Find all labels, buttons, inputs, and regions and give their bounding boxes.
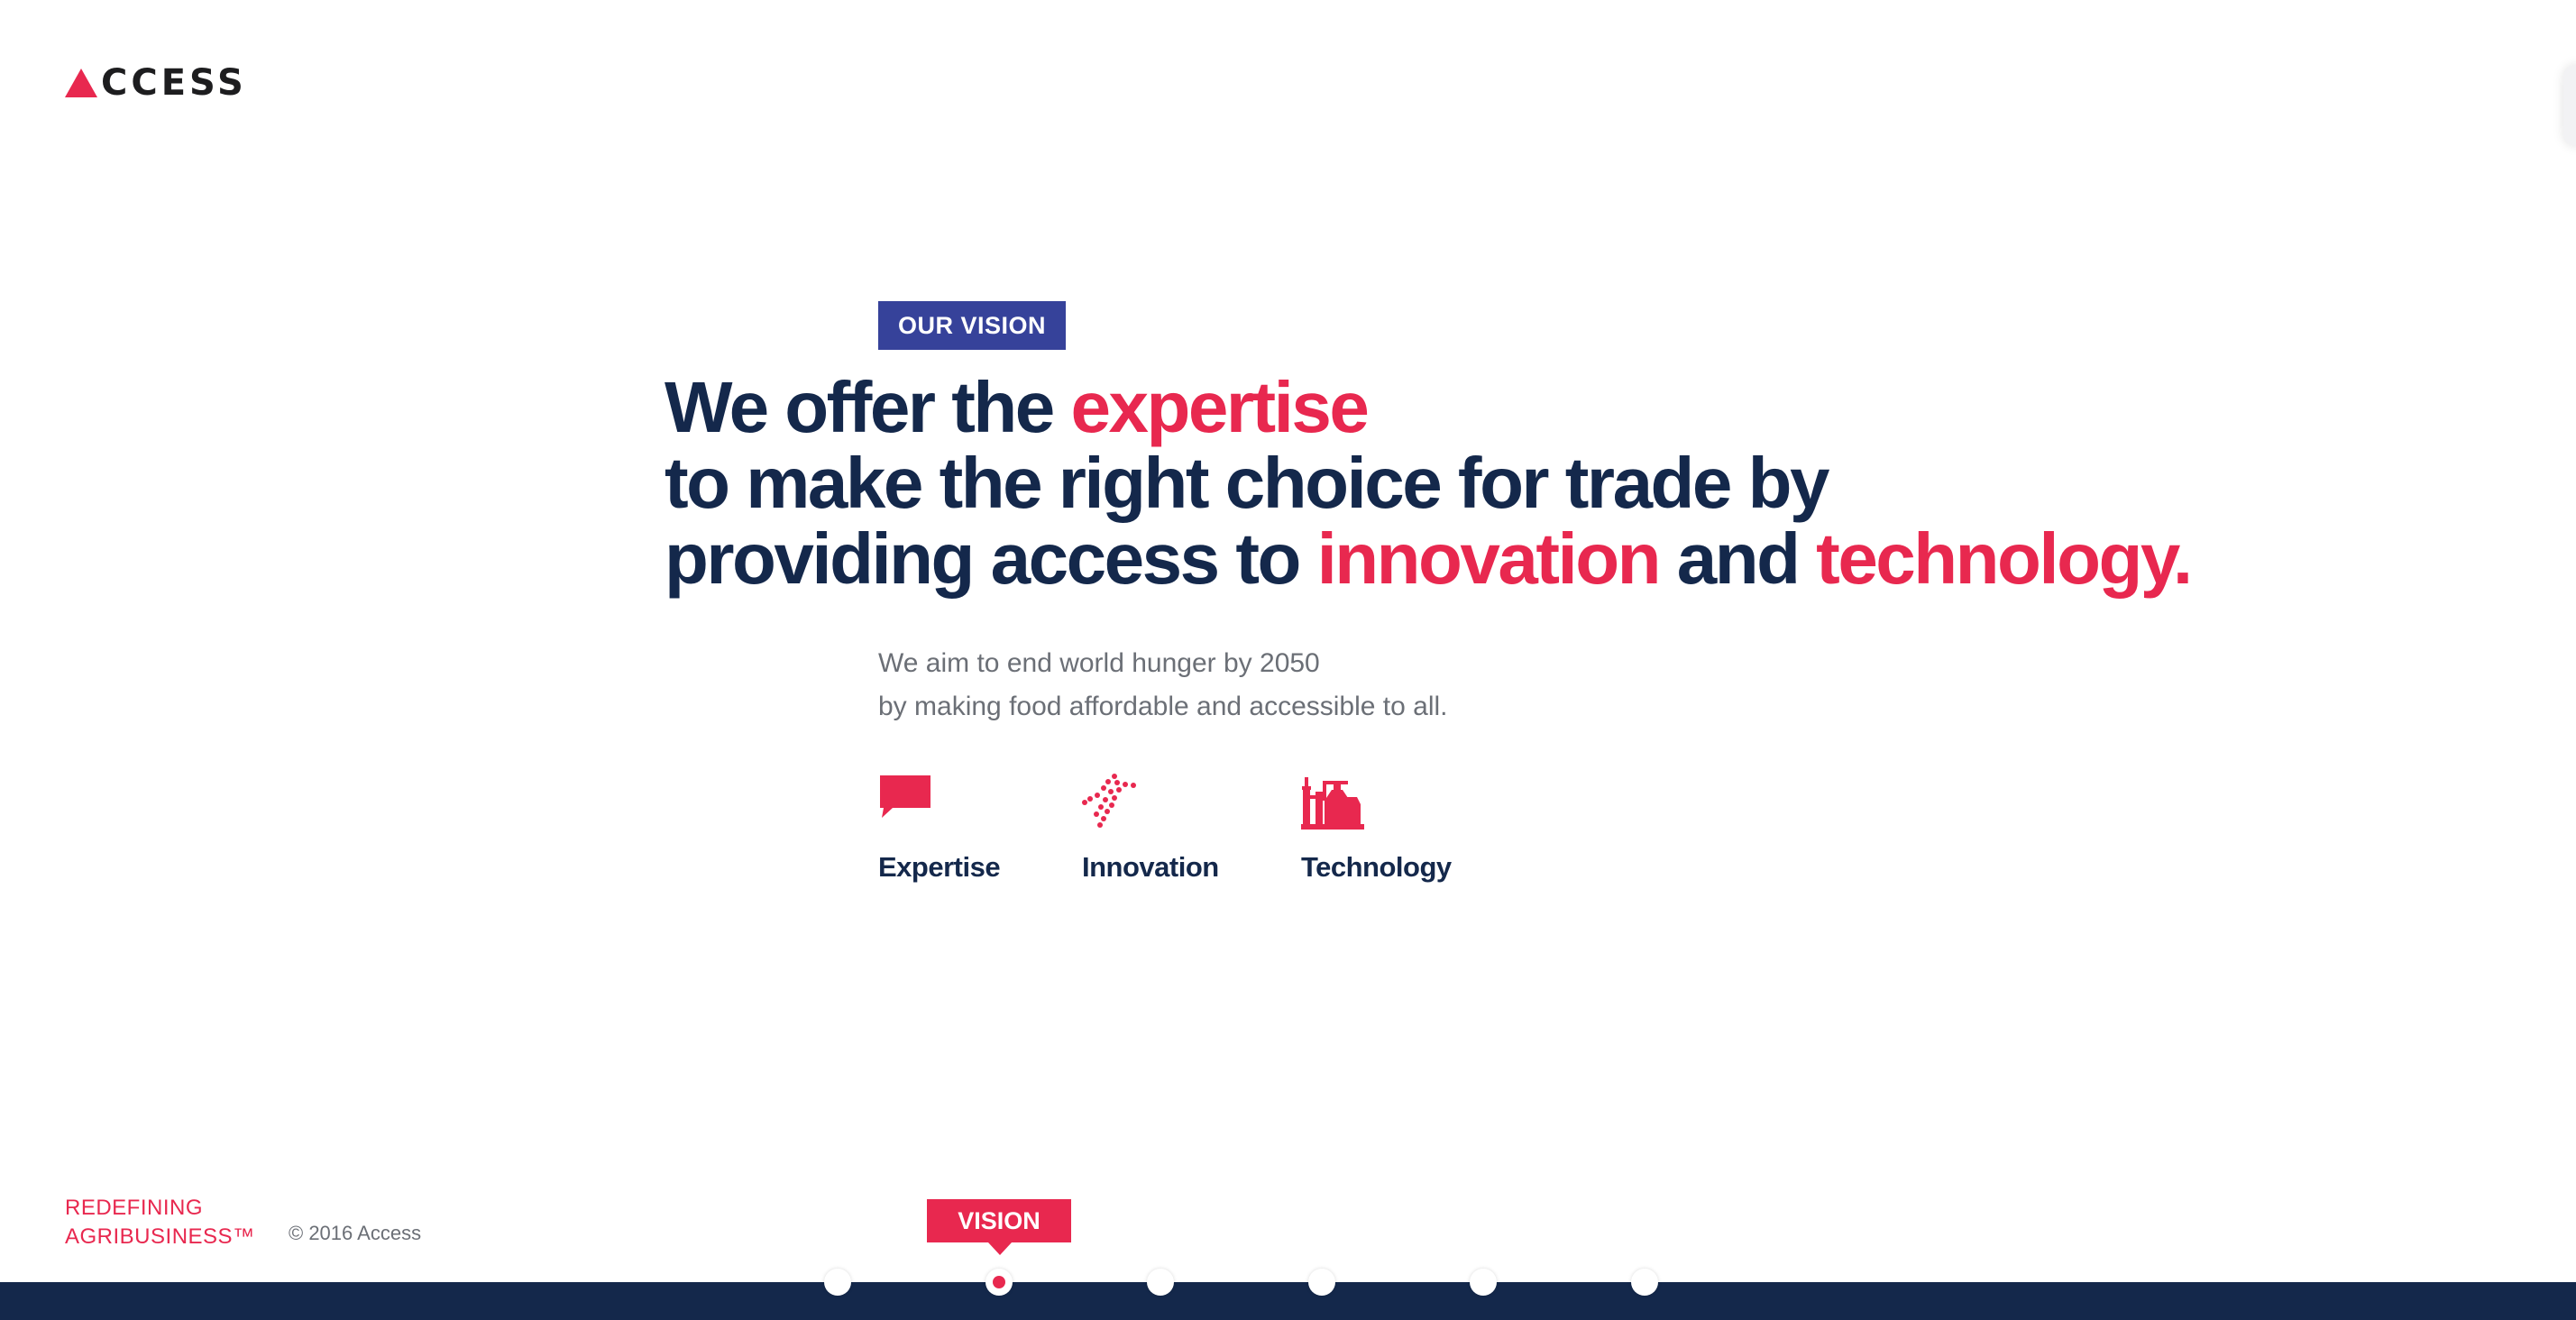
headline-line-3: providing access to innovation and techn… xyxy=(665,521,2197,597)
tagline-line-1: REDEFINING xyxy=(65,1196,204,1220)
feature-label: Innovation xyxy=(1082,851,1219,883)
vision-subcopy: We aim to end world hunger by 2050 by ma… xyxy=(878,642,1448,729)
feature-innovation[interactable]: Innovation xyxy=(1082,774,1301,884)
logo-text: CCESS xyxy=(101,62,247,104)
feature-label: Expertise xyxy=(878,851,1001,883)
nav-dot-4[interactable] xyxy=(1308,1269,1335,1296)
feature-technology[interactable]: Technology xyxy=(1301,774,1452,884)
headline-text: and xyxy=(1658,518,1817,599)
access-logo[interactable]: CCESS xyxy=(65,65,247,101)
headline-accent-expertise: expertise xyxy=(1070,367,1370,447)
headline-accent-innovation: innovation xyxy=(1316,518,1662,599)
headline-text: providing access to xyxy=(665,518,1317,599)
headline-text: We offer the xyxy=(665,367,1071,447)
headline-line-2: to make the right choice for trade by xyxy=(665,443,1830,523)
dna-helix-icon xyxy=(1082,774,1140,831)
tagline-line-2: AGRIBUSINESS™ xyxy=(65,1224,255,1249)
feature-list: Expertise Innovation Technology xyxy=(878,774,1452,884)
section-nav-bar xyxy=(0,1282,2576,1320)
feature-expertise[interactable]: Expertise xyxy=(878,774,1082,884)
nav-dot-3[interactable] xyxy=(1147,1269,1174,1296)
section-tag: OUR VISION xyxy=(878,301,1066,350)
headline-line-1: We offer the expertise xyxy=(665,370,2197,445)
footer-tagline: REDEFINING AGRIBUSINESS™ xyxy=(65,1194,255,1251)
subcopy-line-1: We aim to end world hunger by 2050 xyxy=(878,648,1320,678)
nav-dot-1[interactable] xyxy=(824,1269,851,1296)
flag-pointer xyxy=(988,1242,1012,1255)
headline-accent-technology: technology. xyxy=(1816,518,2193,599)
nav-dot-6[interactable] xyxy=(1631,1269,1658,1296)
current-section-flag: VISION xyxy=(927,1199,1071,1242)
speech-bubble-icon xyxy=(878,774,932,831)
triangle-a-logo-icon xyxy=(65,69,97,97)
side-panel-handle[interactable] xyxy=(2563,65,2576,146)
copyright-text: © 2016 Access xyxy=(289,1222,422,1244)
feature-label: Technology xyxy=(1301,851,1452,883)
factory-icon xyxy=(1301,774,1364,831)
nav-dot-5[interactable] xyxy=(1470,1269,1497,1296)
nav-dot-2-active[interactable] xyxy=(985,1269,1013,1296)
subcopy-line-2: by making food affordable and accessible… xyxy=(878,692,1448,721)
vision-headline: We offer the expertise to make the right… xyxy=(665,370,2197,597)
